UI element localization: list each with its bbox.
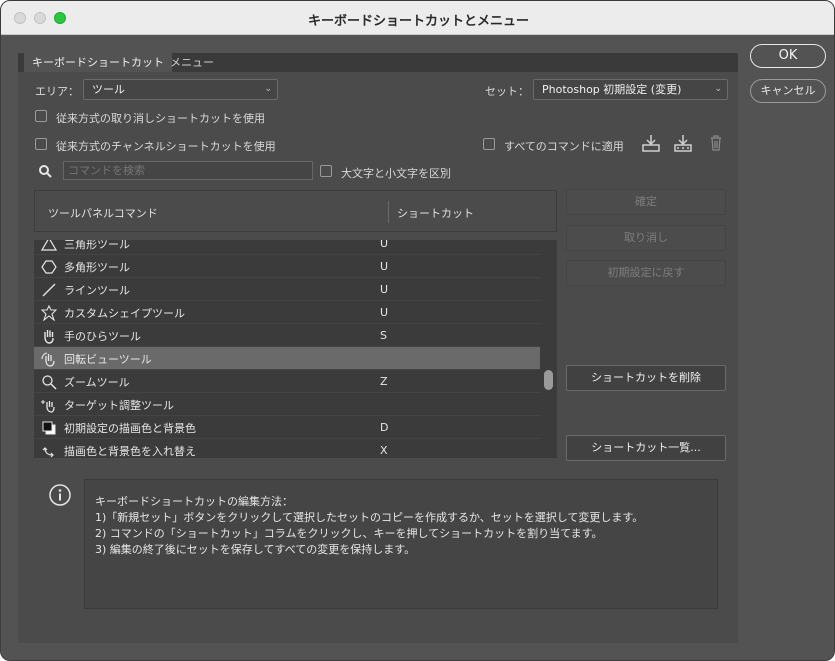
table-scrollbar[interactable] xyxy=(540,240,557,458)
area-label: エリア： xyxy=(35,85,79,98)
area-select-value: ツール xyxy=(92,83,125,96)
help-step-3: 3) 編集の終了後にセットを保存してすべての変更を保持します。 xyxy=(95,543,416,556)
legacy-undo-label: 従来方式の取り消しショートカットを使用 xyxy=(56,112,265,125)
shortcuts-panel: キーボードショートカット メニュー エリア： ツール ⌄ セット： Photos… xyxy=(18,53,738,643)
apply-all-checkbox[interactable] xyxy=(483,138,495,150)
case-sensitive-label: 大文字と小文字を区別 xyxy=(341,167,451,180)
help-step-1: 1)「新規セット」ボタンをクリックして選択したセットのコピーを作成するか、セット… xyxy=(95,511,644,524)
delete-shortcut-button[interactable]: ショートカットを削除 xyxy=(566,365,726,391)
shortcut-key[interactable]: S xyxy=(380,329,387,342)
tab-keyboard-shortcuts[interactable]: キーボードショートカット xyxy=(24,53,172,72)
shortcut-key[interactable]: U xyxy=(380,283,388,296)
legacy-channel-label: 従来方式のチャンネルショートカットを使用 xyxy=(56,140,276,153)
set-label: セット： xyxy=(485,85,529,98)
table-row[interactable]: ターゲット調整ツール xyxy=(34,393,540,416)
undo-button[interactable]: 取り消し xyxy=(566,225,726,251)
command-name: ターゲット調整ツール xyxy=(64,399,174,412)
chevron-down-icon: ⌄ xyxy=(264,84,272,94)
set-select[interactable]: Photoshop 初期設定 (変更) ⌄ xyxy=(533,79,728,100)
command-name: 手のひらツール xyxy=(64,330,141,343)
table-header: ツールパネルコマンド ショートカット xyxy=(34,190,557,232)
set-select-value: Photoshop 初期設定 (変更) xyxy=(542,83,682,96)
shortcut-key[interactable]: D xyxy=(380,421,388,434)
ok-button[interactable]: OK xyxy=(750,44,826,68)
trash-icon[interactable] xyxy=(706,133,726,153)
table-row[interactable]: カスタムシェイプツール U xyxy=(34,301,540,324)
help-step-2: 2) コマンドの「ショートカット」コラムをクリックし、キーを押してショートカット… xyxy=(95,527,603,540)
apply-all-label: すべてのコマンドに適用 xyxy=(504,140,624,153)
table-row[interactable]: ズームツール Z xyxy=(34,370,540,393)
rotate-view-icon xyxy=(41,351,57,367)
line-icon xyxy=(41,282,57,298)
swap-colors-icon xyxy=(41,443,57,458)
column-header-command[interactable]: ツールパネルコマンド xyxy=(48,205,158,221)
command-name: 多角形ツール xyxy=(64,261,130,274)
table-row[interactable]: 初期設定の描画色と背景色 D xyxy=(34,416,540,439)
table-row[interactable]: 三角形ツール U xyxy=(34,240,540,255)
tab-menus[interactable]: メニュー xyxy=(162,53,222,72)
save-set-as-icon[interactable] xyxy=(673,133,693,153)
column-header-shortcut[interactable]: ショートカット xyxy=(397,205,474,221)
summarize-button[interactable]: ショートカット一覧... xyxy=(566,435,726,461)
command-name: ズームツール xyxy=(64,376,130,389)
command-name: 描画色と背景色を入れ替え xyxy=(64,445,196,458)
info-icon xyxy=(48,483,72,507)
command-name: 回転ビューツール xyxy=(64,353,152,366)
shortcut-table: ツールパネルコマンド ショートカット 三角形ツール U 多角形ツール U ラインツール U… xyxy=(34,190,557,459)
zoom-icon xyxy=(41,374,57,390)
table-row[interactable]: ラインツール U xyxy=(34,278,540,301)
shortcut-key[interactable]: X xyxy=(380,444,388,457)
command-name: ラインツール xyxy=(64,284,130,297)
tab-bar: キーボードショートカット メニュー xyxy=(18,53,738,72)
command-name: カスタムシェイプツール xyxy=(64,307,185,320)
shortcuts-dialog: キーボードショートカットとメニュー キーボードショートカット メニュー エリア：… xyxy=(0,0,835,661)
column-divider xyxy=(388,201,389,223)
command-search-input[interactable] xyxy=(63,161,313,180)
shortcut-key[interactable]: Z xyxy=(380,375,388,388)
targeted-adjust-icon xyxy=(41,397,57,413)
hand-icon xyxy=(41,328,57,344)
table-row[interactable]: 手のひらツール S xyxy=(34,324,540,347)
legacy-undo-checkbox[interactable] xyxy=(35,110,47,122)
custom-shape-icon xyxy=(40,304,58,322)
accept-button[interactable]: 確定 xyxy=(566,189,726,215)
help-heading: キーボードショートカットの編集方法： xyxy=(95,495,293,508)
polygon-icon xyxy=(41,259,57,275)
command-name: 三角形ツール xyxy=(64,240,130,251)
shortcut-key[interactable]: U xyxy=(380,260,388,273)
search-icon xyxy=(38,164,52,178)
cancel-button[interactable]: キャンセル xyxy=(750,79,826,103)
table-body: 三角形ツール U 多角形ツール U ラインツール U カスタムシェイプツール U 手のひらツール… xyxy=(34,240,540,458)
triangle-icon xyxy=(40,240,58,252)
area-select[interactable]: ツール ⌄ xyxy=(83,79,278,100)
use-default-button[interactable]: 初期設定に戻す xyxy=(566,260,726,286)
shortcut-key[interactable]: U xyxy=(380,240,388,250)
scrollbar-thumb[interactable] xyxy=(544,370,553,390)
window-title: キーボードショートカットとメニュー xyxy=(307,14,529,29)
shortcut-key[interactable]: U xyxy=(380,306,388,319)
title-bar: キーボードショートカットとメニュー xyxy=(1,1,834,35)
default-colors-icon xyxy=(41,420,57,436)
table-row[interactable]: 回転ビューツール xyxy=(34,347,540,370)
help-box: キーボードショートカットの編集方法： 1)「新規セット」ボタンをクリックして選択… xyxy=(84,479,718,609)
chevron-down-icon: ⌄ xyxy=(714,84,722,94)
save-set-icon[interactable] xyxy=(641,133,661,153)
command-name: 初期設定の描画色と背景色 xyxy=(64,422,196,435)
legacy-channel-checkbox[interactable] xyxy=(35,138,47,150)
table-row[interactable]: 描画色と背景色を入れ替え X xyxy=(34,439,540,458)
case-sensitive-checkbox[interactable] xyxy=(320,165,332,177)
table-row[interactable]: 多角形ツール U xyxy=(34,255,540,278)
